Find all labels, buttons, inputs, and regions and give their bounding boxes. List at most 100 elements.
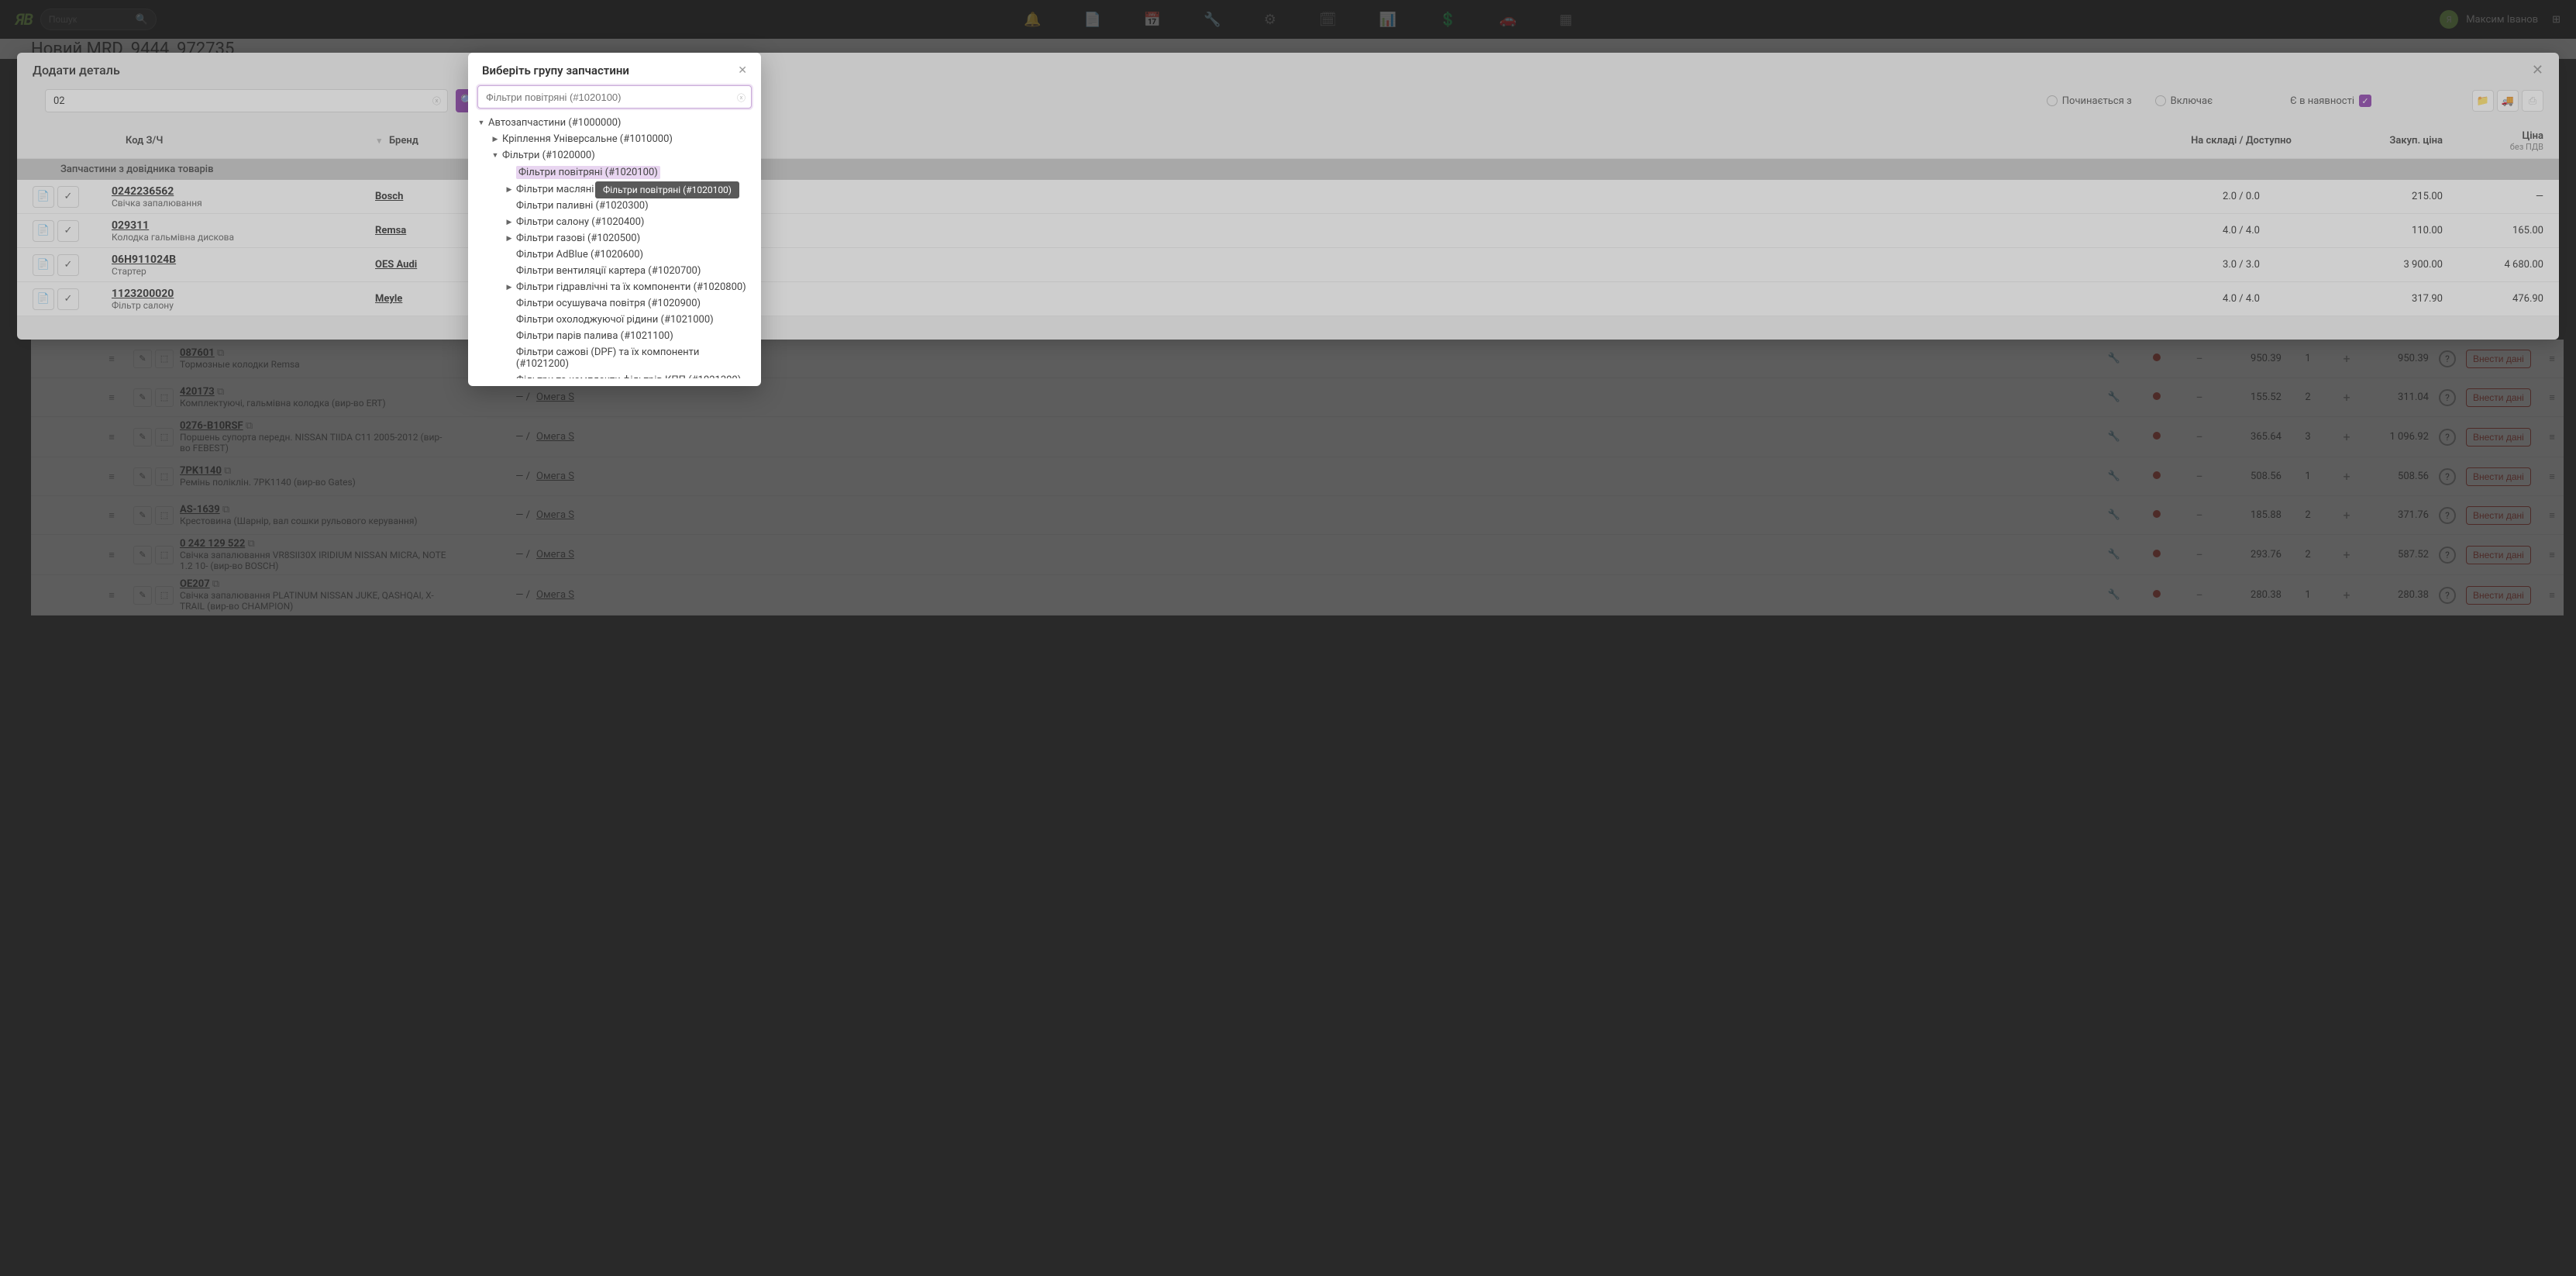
tree-node[interactable]: ▶ Кріплення Універсальне (#1010000) [491, 131, 752, 147]
part-code-link[interactable]: 0242236562 [112, 185, 174, 198]
doc-icon[interactable]: 📄 [33, 220, 54, 242]
part-desc: Стартер [112, 266, 375, 277]
tree-node[interactable]: Фільтри повітряні (#1020100) [505, 164, 752, 181]
doc-icon[interactable]: 📄 [33, 254, 54, 276]
radio-includes[interactable]: Включає [2155, 95, 2213, 107]
buy-price: 3 900.00 [2326, 259, 2443, 271]
table-header: Код З/Ч ▾ Бренд ▾ Постачальник На складі… [17, 123, 2559, 159]
check-icon[interactable]: ✓ [57, 254, 79, 276]
stock-value: 2.0 / 0.0 [2156, 191, 2326, 202]
tree-node-label: Фільтри салону (#1020400) [516, 216, 644, 228]
table-row[interactable]: 📄 ✓ 0242236562 Свічка запалювання Bosch … [17, 180, 2559, 214]
caret-down-icon: ▼ [477, 119, 485, 127]
brand-link[interactable]: Meyle [375, 293, 402, 305]
part-search-field[interactable]: 02 ⓧ [45, 89, 448, 112]
modal-header: Додати деталь ✕ [17, 53, 2559, 83]
in-stock-checkbox[interactable]: Є в наявності ✓ [2290, 95, 2371, 107]
table-row[interactable]: 📄 ✓ 06H911024B Стартер OES Audi 3.0 / 3.… [17, 248, 2559, 282]
table-row[interactable]: 📄 ✓ 1123200020 Фільтр салону Meyle 4.0 /… [17, 282, 2559, 316]
tree-header: Виберіть групу запчастини ✕ [468, 53, 761, 85]
sell-price: — [2443, 191, 2543, 202]
caret-right-icon: ▶ [491, 136, 499, 143]
check-icon[interactable]: ✓ [57, 186, 79, 208]
tree-node-filters[interactable]: ▼ Фільтри (#1020000) [491, 147, 752, 164]
modal-controls: 02 ⓧ 🔍 Починається з Включає Є в наявнос… [17, 83, 2559, 123]
tree-search: ⓧ [477, 85, 752, 109]
caret-down-icon: ▼ [491, 151, 499, 160]
stock-value: 4.0 / 4.0 [2156, 293, 2326, 305]
radio-icon [2155, 95, 2166, 106]
caret-right-icon: ▶ [505, 235, 513, 243]
part-desc: Свічка запалювання [112, 198, 375, 209]
tree-node[interactable]: Фільтри паливні (#1020300) [505, 198, 752, 214]
part-code-link[interactable]: 1123200020 [112, 288, 174, 300]
tree-node[interactable]: Фільтри охолоджуючої рідини (#1021000) [505, 312, 752, 328]
col-supplier[interactable]: Постачальник [544, 135, 2156, 147]
tree-node-label: Фільтри AdBlue (#1020600) [516, 249, 643, 260]
tree-node[interactable]: Фільтри парів палива (#1021100) [505, 328, 752, 344]
table-row[interactable]: 📄 ✓ 029311 Колодка гальмівна дискова Rem… [17, 214, 2559, 248]
brand-link[interactable]: Remsa [375, 225, 406, 236]
caret-right-icon: ▶ [505, 186, 513, 194]
doc-icon[interactable]: 📄 [33, 288, 54, 310]
close-icon[interactable]: ✕ [2532, 62, 2543, 78]
parts-table: Код З/Ч ▾ Бренд ▾ Постачальник На складі… [17, 123, 2559, 316]
modal-title: Додати деталь [33, 63, 120, 78]
check-icon[interactable]: ✓ [57, 288, 79, 310]
folder-icon[interactable]: 📁 [2472, 90, 2494, 112]
col-buy[interactable]: Закуп. ціна [2326, 135, 2443, 147]
tree-node[interactable]: Фільтри осушувача повітря (#1020900) [505, 295, 752, 312]
caret-right-icon: ▶ [505, 284, 513, 291]
buy-price: 215.00 [2326, 191, 2443, 202]
buy-price: 110.00 [2326, 225, 2443, 236]
buy-price: 317.90 [2326, 293, 2443, 305]
tree-node-label: Фільтри осушувача повітря (#1020900) [516, 298, 701, 309]
brand-link[interactable]: Bosch [375, 191, 403, 202]
clear-icon[interactable]: ⓧ [737, 91, 746, 104]
tree-node[interactable]: ▶Фільтри салону (#1020400) [505, 214, 752, 230]
tree-node-label: Фільтри парів палива (#1021100) [516, 330, 673, 342]
part-search-value: 02 [53, 95, 65, 107]
tree-node-label: Фільтри охолоджуючої рідини (#1021000) [516, 314, 714, 326]
col-price[interactable]: Ціна без ПДВ [2443, 130, 2543, 152]
sell-price: 4 680.00 [2443, 259, 2543, 271]
radio-starts-with[interactable]: Починається з [2047, 95, 2132, 107]
view-icons: 📁 🚚 ⎙ [2472, 90, 2543, 112]
tree-node-label: Автозапчастини (#1000000) [488, 117, 621, 129]
tree-node-label: Фільтри сажові (DPF) та їх компоненти (#… [516, 347, 752, 370]
tree-search-input[interactable] [477, 85, 752, 109]
doc-icon[interactable]: 📄 [33, 186, 54, 208]
filter-icon[interactable]: ▾ [377, 136, 381, 146]
tree-node-label: Фільтри гідравлічні та їх компоненти (#1… [516, 281, 746, 293]
close-icon[interactable]: ✕ [738, 64, 747, 77]
part-code-link[interactable]: 06H911024B [112, 253, 176, 266]
table-subheader: Запчастини з довідника товарів [17, 159, 2559, 180]
brand-link[interactable]: OES Audi [375, 259, 417, 271]
tree-node[interactable]: Фільтри вентиляції картера (#1020700) [505, 263, 752, 279]
tree-node[interactable]: Фільтри сажові (DPF) та їх компоненти (#… [505, 344, 752, 372]
clear-icon[interactable]: ⓧ [432, 95, 441, 107]
tree-node-label: Фільтри повітряні (#1020100) [516, 166, 660, 179]
tree-node[interactable]: Фільтри AdBlue (#1020600) [505, 247, 752, 263]
tree-node-label: Кріплення Універсальне (#1010000) [502, 133, 673, 145]
check-icon[interactable]: ✓ [57, 220, 79, 242]
col-code[interactable]: Код З/Ч ▾ [126, 135, 389, 147]
tree-node-label: Фільтри газові (#1020500) [516, 233, 640, 244]
col-stock[interactable]: На складі / Доступно [2156, 135, 2326, 147]
radio-label: Включає [2171, 95, 2213, 107]
part-desc: Колодка гальмівна дискова [112, 232, 375, 243]
select-group-modal: Виберіть групу запчастини ✕ ⓧ ▼ Автозапч… [468, 53, 761, 386]
tree-root[interactable]: ▼ Автозапчастини (#1000000) [477, 115, 752, 131]
tree-node[interactable]: ▶Фільтри газові (#1020500) [505, 230, 752, 247]
truck-icon[interactable]: 🚚 [2497, 90, 2519, 112]
caret-right-icon: ▶ [505, 219, 513, 226]
tree-node[interactable]: Фільтри та комплекти фільтрів КПП (#1021… [505, 372, 752, 378]
sell-price: 165.00 [2443, 225, 2543, 236]
checkbox-label: Є в наявності [2290, 95, 2354, 107]
part-code-link[interactable]: 029311 [112, 219, 149, 232]
tree-node[interactable]: ▶Фільтри гідравлічні та їх компоненти (#… [505, 279, 752, 295]
part-desc: Фільтр салону [112, 300, 375, 311]
radio-label: Починається з [2062, 95, 2132, 107]
barcode-icon: ⎙ [2522, 90, 2543, 112]
tree-tooltip: Фільтри повітряні (#1020100) [595, 181, 739, 198]
